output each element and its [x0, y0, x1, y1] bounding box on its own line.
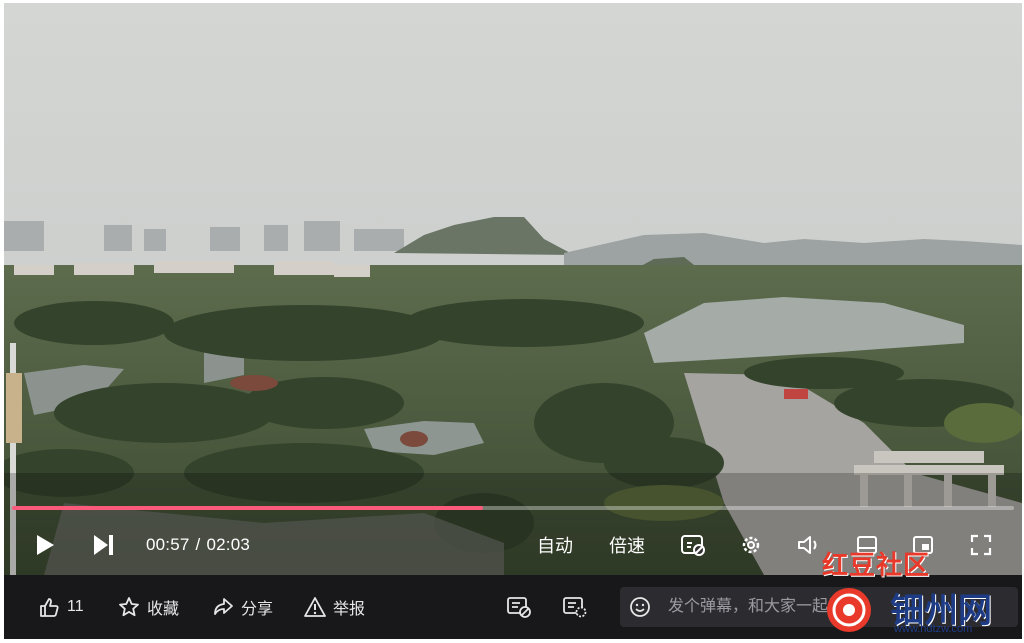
- progress-bar[interactable]: [12, 506, 1014, 510]
- watermark-logo: 红豆社区 钿州网 www.hdtzw.com: [822, 545, 1018, 637]
- next-icon: [94, 535, 113, 555]
- danmaku-toggle-button[interactable]: [506, 575, 532, 639]
- subtitle-button[interactable]: [676, 516, 710, 574]
- current-time: 00:57: [146, 535, 190, 554]
- share-button[interactable]: 分享: [212, 575, 273, 639]
- share-label: 分享: [241, 601, 274, 618]
- subtitle-off-icon: [681, 535, 705, 556]
- like-button[interactable]: 11: [38, 575, 84, 639]
- collect-button[interactable]: 收藏: [118, 575, 179, 639]
- video-player[interactable]: 00:57 / 02:03 自动 倍速: [4, 3, 1022, 575]
- danmaku-settings-icon: [563, 597, 587, 618]
- like-count: 11: [67, 598, 84, 615]
- time-display: 00:57 / 02:03: [146, 516, 250, 574]
- star-icon: [119, 597, 139, 617]
- play-button[interactable]: [28, 516, 62, 574]
- thumbs-up-icon: [40, 598, 59, 617]
- smiley-icon: [630, 597, 650, 617]
- seal-icon: [827, 588, 871, 632]
- warning-icon: [304, 597, 326, 617]
- volume-button[interactable]: [792, 516, 826, 574]
- collect-label: 收藏: [147, 601, 180, 618]
- danmaku-toggle-icon: [507, 597, 531, 618]
- quality-label: 自动: [537, 536, 573, 556]
- watermark-top-text: 红豆社区: [822, 551, 931, 581]
- share-icon: [214, 598, 233, 615]
- next-button[interactable]: [86, 516, 120, 574]
- gear-icon: [742, 536, 760, 554]
- speed-label: 倍速: [609, 536, 645, 556]
- report-label: 举报: [333, 601, 366, 618]
- volume-icon: [798, 536, 817, 554]
- settings-button[interactable]: [734, 516, 768, 574]
- danmaku-settings-button[interactable]: [562, 575, 588, 639]
- emoji-button[interactable]: [620, 587, 660, 627]
- video-frame: [4, 3, 1022, 575]
- play-icon: [37, 535, 54, 555]
- progress-played: [12, 506, 483, 510]
- report-button[interactable]: 举报: [304, 575, 365, 639]
- speed-button[interactable]: 倍速: [598, 516, 656, 574]
- watermark-url: www.hdtzw.com: [894, 623, 973, 635]
- quality-button[interactable]: 自动: [526, 516, 584, 574]
- time-separator: /: [195, 535, 201, 554]
- duration: 02:03: [206, 535, 251, 554]
